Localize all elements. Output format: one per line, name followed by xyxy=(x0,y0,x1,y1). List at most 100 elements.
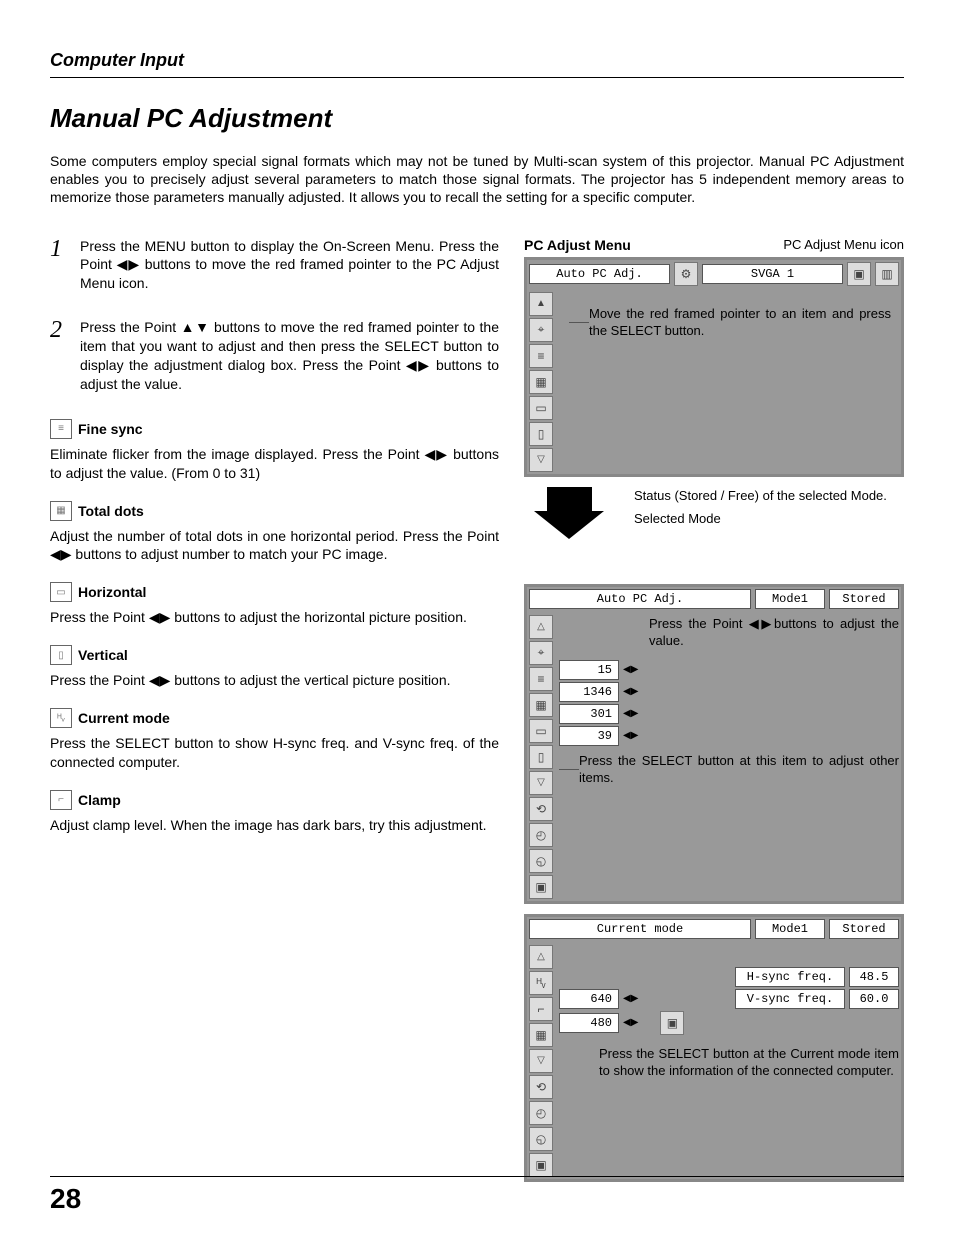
up-icon: ▲ xyxy=(529,292,553,316)
step-number: 1 xyxy=(50,237,68,294)
quit-icon: ▣ xyxy=(529,1153,553,1177)
pc-adjust-menu-label: PC Adjust Menu xyxy=(524,237,631,253)
osd-cell: Mode1 xyxy=(755,589,825,609)
item-body: Press the Point ◀▶ buttons to adjust the… xyxy=(50,671,499,690)
item-clamp: ⌐ Clamp Adjust clamp level. When the ima… xyxy=(50,790,499,835)
system-icon: ▥ xyxy=(875,262,899,286)
page-title: Manual PC Adjustment xyxy=(50,103,904,134)
down-icon: ▽ xyxy=(529,771,553,795)
store-icon: ◵ xyxy=(529,1127,553,1151)
step-1: 1 Press the MENU button to display the O… xyxy=(50,237,499,294)
step-2: 2 Press the Point ▲▼ buttons to move the… xyxy=(50,318,499,394)
note-select-item: Press the SELECT button at this item to … xyxy=(579,752,899,787)
value-cell: 15 xyxy=(559,660,619,680)
item-label: Total dots xyxy=(78,503,144,519)
header-rule xyxy=(50,77,904,78)
item-body: Adjust clamp level. When the image has d… xyxy=(50,816,499,835)
horizontal-icon: ▭ xyxy=(529,719,553,743)
osd-left-icons: △ ᴴᵥ ⌐ ▦ ▽ ⟲ ◴ ◵ ▣ xyxy=(529,945,553,1177)
system-icon: ▣ xyxy=(847,262,871,286)
item-label: Horizontal xyxy=(78,584,146,600)
item-body: Adjust the number of total dots in one h… xyxy=(50,527,499,565)
note-current-mode: Press the SELECT button at the Current m… xyxy=(599,1045,899,1080)
osd-cell: Stored xyxy=(829,919,899,939)
selected-mode-label: Selected Mode xyxy=(634,510,904,528)
reset-icon: ⟲ xyxy=(529,1075,553,1099)
lr-icon: ◀▶ xyxy=(623,1017,638,1028)
status-label: Status (Stored / Free) of the selected M… xyxy=(634,487,904,505)
osd-cell: Stored xyxy=(829,589,899,609)
item-current-mode: ᴴᵥ Current mode Press the SELECT button … xyxy=(50,708,499,772)
step-number: 2 xyxy=(50,318,68,394)
pc-adjust-icon-label: PC Adjust Menu icon xyxy=(783,237,904,252)
leader-line xyxy=(559,769,579,770)
value-cell: 301 xyxy=(559,704,619,724)
free-icon: ◴ xyxy=(529,823,553,847)
item-label: Vertical xyxy=(78,647,128,663)
up-icon: △ xyxy=(529,945,553,969)
display-area-icon: ▦ xyxy=(529,1023,553,1047)
step-text: Press the Point ▲▼ buttons to move the r… xyxy=(80,318,499,394)
reset-icon: ⟲ xyxy=(529,797,553,821)
up-icon: △ xyxy=(529,615,553,639)
item-body: Press the SELECT button to show H-sync f… xyxy=(50,734,499,772)
item-label: Clamp xyxy=(78,792,121,808)
freq-value: 60.0 xyxy=(849,989,899,1009)
item-body: Press the Point ◀▶ buttons to adjust the… xyxy=(50,608,499,627)
item-label: Current mode xyxy=(78,710,170,726)
footer-rule xyxy=(50,1176,904,1177)
osd-cell: Auto PC Adj. xyxy=(529,264,670,284)
page-number: 28 xyxy=(50,1183,81,1215)
osd-panel-3: Current mode Mode1 Stored △ ᴴᵥ ⌐ ▦ ▽ ⟲ ◴… xyxy=(524,914,904,1182)
leader-line xyxy=(569,322,589,323)
clamp-icon: ⌐ xyxy=(50,790,72,810)
store-icon: ◵ xyxy=(529,849,553,873)
lr-icon: ◀▶ xyxy=(623,708,638,719)
auto-pc-icon: ⌖ xyxy=(529,641,553,665)
freq-label: V-sync freq. xyxy=(735,989,845,1009)
osd-cell: Mode1 xyxy=(755,919,825,939)
item-vertical: ▯ Vertical Press the Point ◀▶ buttons to… xyxy=(50,645,499,690)
fine-sync-icon: ≡ xyxy=(50,419,72,439)
item-label: Fine sync xyxy=(78,421,143,437)
lr-icon: ◀▶ xyxy=(623,664,638,675)
vertical-icon: ▯ xyxy=(529,745,553,769)
intro-paragraph: Some computers employ special signal for… xyxy=(50,152,904,207)
arrow-stem xyxy=(547,487,592,511)
vertical-icon: ▯ xyxy=(50,645,72,665)
clamp-icon: ⌐ xyxy=(529,997,553,1021)
current-mode-icon: ᴴᵥ xyxy=(50,708,72,728)
total-dots-icon: ▦ xyxy=(50,501,72,521)
value-cell: 480 xyxy=(559,1013,619,1033)
lr-icon: ◀▶ xyxy=(623,730,638,741)
freq-value: 48.5 xyxy=(849,967,899,987)
fine-sync-icon: ≡ xyxy=(529,344,553,368)
note-adjust-value: Press the Point ◀▶buttons to adjust the … xyxy=(649,615,899,650)
item-total-dots: ▦ Total dots Adjust the number of total … xyxy=(50,501,499,565)
total-dots-icon: ▦ xyxy=(529,693,553,717)
note-move-pointer: Move the red framed pointer to an item a… xyxy=(589,305,891,340)
arrow-down xyxy=(534,511,604,539)
section-header: Computer Input xyxy=(50,50,904,71)
osd-left-icons: ▲ ⌖ ≡ ▦ ▭ ▯ ▽ xyxy=(529,292,553,472)
value-cell: 640 xyxy=(559,989,619,1009)
item-horizontal: ▭ Horizontal Press the Point ◀▶ buttons … xyxy=(50,582,499,627)
item-body: Eliminate flicker from the image display… xyxy=(50,445,499,483)
osd-panel-2: Auto PC Adj. Mode1 Stored △ ⌖ ≡ ▦ ▭ ▯ ▽ … xyxy=(524,584,904,904)
value-cell: 1346 xyxy=(559,682,619,702)
left-column: 1 Press the MENU button to display the O… xyxy=(50,237,499,1192)
step-text: Press the MENU button to display the On-… xyxy=(80,237,499,294)
free-icon: ◴ xyxy=(529,1101,553,1125)
osd-cell: Current mode xyxy=(529,919,751,939)
quit-icon: ▣ xyxy=(529,875,553,899)
osd-left-icons: △ ⌖ ≡ ▦ ▭ ▯ ▽ ⟲ ◴ ◵ ▣ xyxy=(529,615,553,899)
horizontal-icon: ▭ xyxy=(50,582,72,602)
vertical-icon: ▯ xyxy=(529,422,553,446)
osd-cell: Auto PC Adj. xyxy=(529,589,751,609)
osd-panel-1: Auto PC Adj. ⚙ SVGA 1 ▣ ▥ ▲ ⌖ ≡ ▦ ▭ ▯ ▽ xyxy=(524,257,904,477)
right-column: PC Adjust Menu PC Adjust Menu icon Auto … xyxy=(524,237,904,1192)
pc-adj-icon: ⚙ xyxy=(674,262,698,286)
current-mode-icon: ᴴᵥ xyxy=(529,971,553,995)
freq-label: H-sync freq. xyxy=(735,967,845,987)
auto-pc-icon: ⌖ xyxy=(529,318,553,342)
